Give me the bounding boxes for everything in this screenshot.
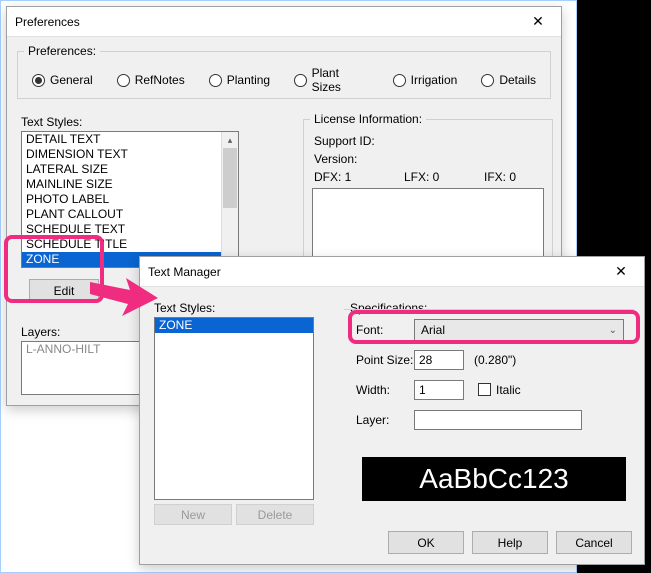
support-id-label: Support ID:	[314, 134, 375, 148]
chevron-down-icon: ⌄	[609, 325, 617, 336]
radio-general[interactable]: General	[32, 73, 93, 87]
edit-button[interactable]: Edit	[29, 279, 99, 302]
text-manager-titlebar: Text Manager ✕	[140, 257, 644, 287]
tm-text-styles-listbox[interactable]: ZONE	[154, 317, 314, 500]
ok-button[interactable]: OK	[388, 531, 464, 554]
help-button[interactable]: Help	[472, 531, 548, 554]
cancel-button[interactable]: Cancel	[556, 531, 632, 554]
scrollbar[interactable]: ▴ ▾	[221, 132, 238, 267]
italic-label: Italic	[496, 383, 521, 397]
list-item[interactable]: PHOTO LABEL	[22, 192, 238, 207]
tm-text-styles-label: Text Styles:	[154, 301, 215, 315]
radio-plant-sizes[interactable]: Plant Sizes	[294, 66, 369, 94]
font-preview: AaBbCc123	[362, 457, 626, 501]
radio-irrigation[interactable]: Irrigation	[393, 73, 458, 87]
preferences-title: Preferences	[15, 15, 80, 29]
text-styles-label: Text Styles:	[21, 115, 82, 129]
list-item-zone[interactable]: ZONE	[155, 318, 313, 333]
list-item[interactable]: DIMENSION TEXT	[22, 147, 238, 162]
spec-group-label: Specifications:	[350, 301, 427, 315]
radio-details[interactable]: Details	[481, 73, 536, 87]
width-label: Width:	[356, 383, 390, 397]
text-manager-dialog: Text Manager ✕ Text Styles: ZONE New Del…	[139, 256, 645, 565]
layers-label: Layers:	[21, 325, 60, 339]
point-size-input[interactable]: 28	[414, 350, 464, 370]
width-input[interactable]: 1	[414, 380, 464, 400]
layer-label: Layer:	[356, 413, 389, 427]
font-value: Arial	[421, 323, 445, 337]
point-size-inches: (0.280")	[474, 353, 516, 367]
license-group-label: License Information:	[310, 112, 426, 126]
list-item[interactable]: PLANT CALLOUT	[22, 207, 238, 222]
delete-button[interactable]: Delete	[236, 504, 314, 525]
ifx-label: IFX: 0	[484, 170, 516, 184]
close-icon[interactable]: ✕	[515, 7, 561, 37]
layer-input[interactable]	[414, 410, 582, 430]
list-item[interactable]: MAINLINE SIZE	[22, 177, 238, 192]
point-size-label: Point Size:	[356, 353, 413, 367]
text-manager-title: Text Manager	[148, 265, 221, 279]
list-item[interactable]: DETAIL TEXT	[22, 132, 238, 147]
font-label: Font:	[356, 323, 383, 337]
scroll-thumb[interactable]	[223, 148, 237, 208]
license-group: License Information: Support ID: Version…	[303, 119, 553, 279]
italic-checkbox[interactable]	[478, 383, 491, 396]
radio-refnotes[interactable]: RefNotes	[117, 73, 185, 87]
version-label: Version:	[314, 152, 357, 166]
dfx-label: DFX: 1	[314, 170, 351, 184]
font-combobox[interactable]: Arial ⌄	[414, 319, 624, 341]
scroll-up-icon[interactable]: ▴	[222, 132, 238, 148]
list-item[interactable]: SCHEDULE TITLE	[22, 237, 238, 252]
list-item[interactable]: SCHEDULE TEXT	[22, 222, 238, 237]
close-icon[interactable]: ✕	[598, 257, 644, 287]
list-item[interactable]: LATERAL SIZE	[22, 162, 238, 177]
lfx-label: LFX: 0	[404, 170, 439, 184]
preferences-group-label: Preferences:	[24, 44, 100, 58]
new-button[interactable]: New	[154, 504, 232, 525]
radio-planting[interactable]: Planting	[209, 73, 270, 87]
text-styles-listbox[interactable]: DETAIL TEXT DIMENSION TEXT LATERAL SIZE …	[21, 131, 239, 268]
preferences-group: Preferences: General RefNotes Planting P…	[17, 51, 551, 99]
preferences-titlebar: Preferences ✕	[7, 7, 561, 37]
